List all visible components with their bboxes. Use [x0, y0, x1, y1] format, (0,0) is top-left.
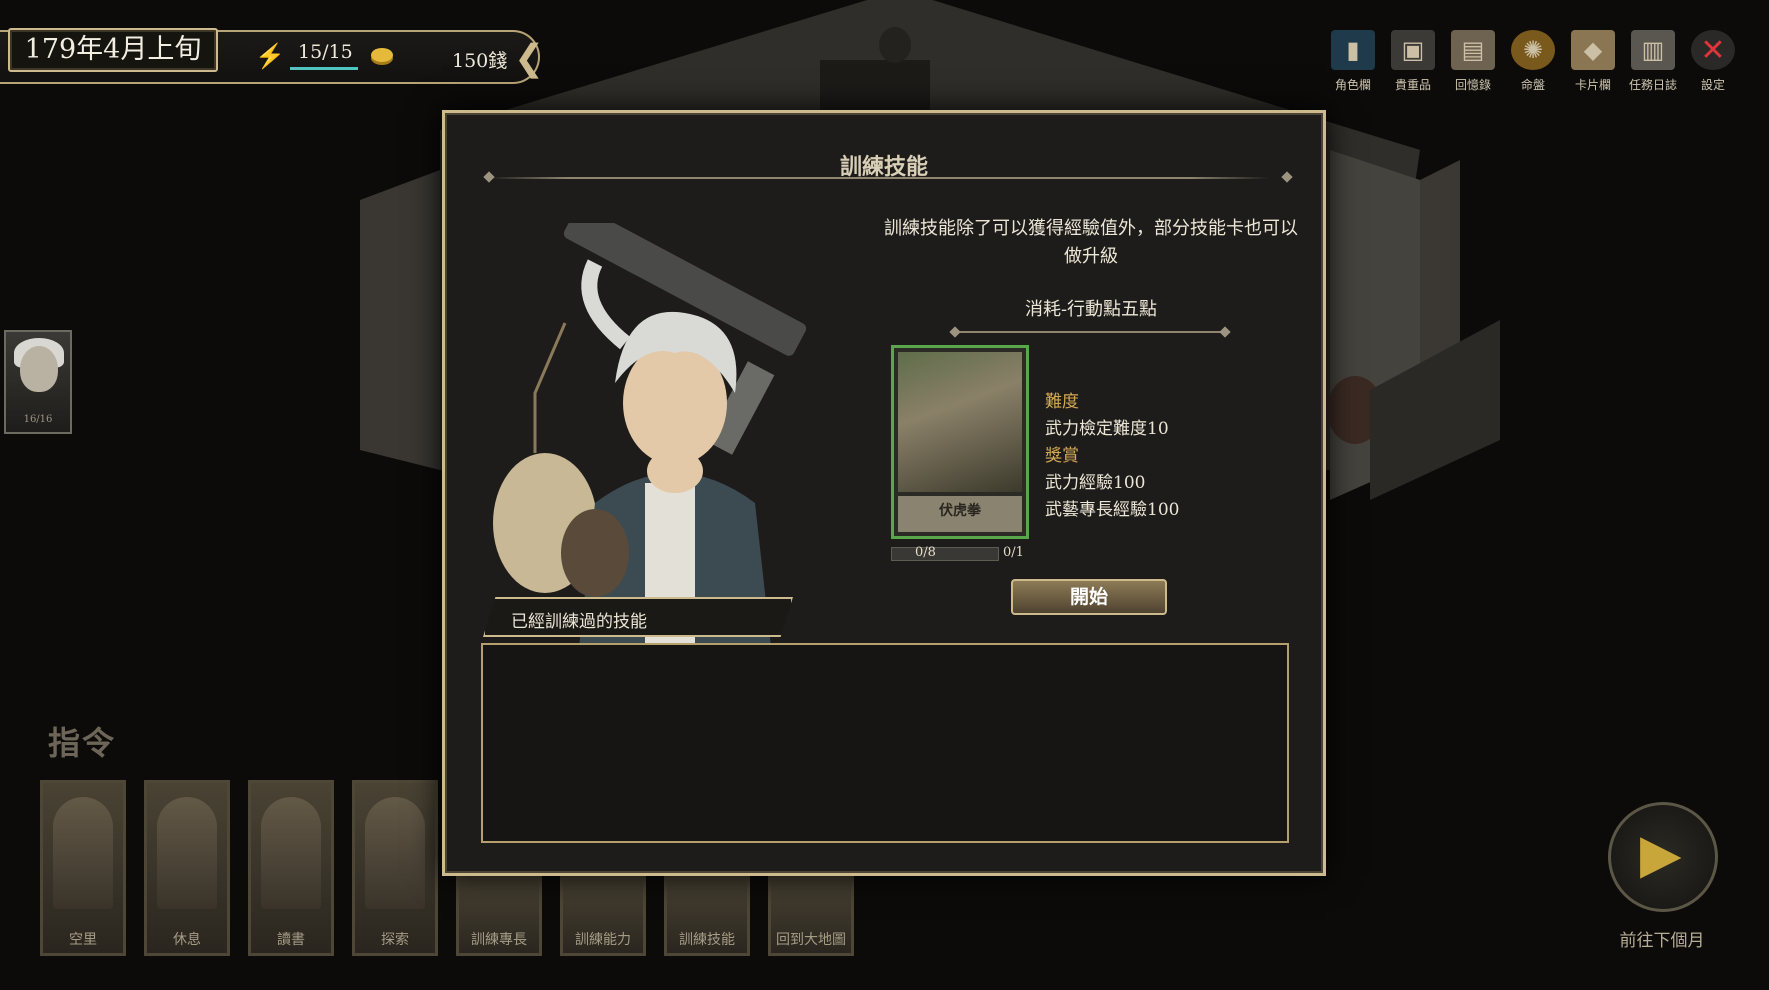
scroll-icon: ▤ [1451, 30, 1495, 70]
divider-ornament [949, 326, 961, 338]
trained-skills-list [481, 643, 1289, 843]
compass-disc-icon: ✺ [1511, 30, 1555, 70]
card-illustration [261, 797, 321, 909]
card-illustration [365, 797, 425, 909]
difficulty-reward-info: 難度 武力檢定難度10 獎賞 武力經驗100 武藝專長經驗100 [1045, 389, 1179, 524]
current-date: 179年4月上旬 [24, 34, 202, 65]
menu-memoir[interactable]: ▤ 回憶錄 [1445, 30, 1501, 100]
command-card[interactable]: 訓練能力 [560, 876, 646, 956]
action-points: 15/15 [298, 41, 353, 63]
trained-skills-label: 已經訓練過的技能 [511, 612, 647, 632]
close-icon: ✕ [1691, 30, 1735, 70]
date-panel: 179年4月上旬 [8, 28, 218, 72]
card-illustration [157, 797, 217, 909]
action-points-underline [290, 67, 358, 70]
command-card[interactable]: 休息 [144, 780, 230, 956]
command-card[interactable]: 空里 [40, 780, 126, 956]
card-icon: ◆ [1571, 30, 1615, 70]
skill-progress-bar [891, 547, 999, 561]
portrait-face [20, 346, 58, 392]
command-card[interactable]: 探索 [352, 780, 438, 956]
skill-card[interactable]: 伏虎拳 [891, 345, 1029, 539]
command-card[interactable]: 讀書 [248, 780, 334, 956]
card-illustration [53, 797, 113, 909]
commands-title: 指令 [48, 724, 117, 762]
train-skill-dialog: 訓練技能 訓練技能除了可以獲得經驗值外，部分技能卡也可以做升級 消耗-行動點五點… [442, 110, 1326, 876]
menu-character[interactable]: ▮ 角色欄 [1325, 30, 1381, 100]
skill-level: 0/1 [1003, 545, 1024, 560]
reward-heading: 獎賞 [1045, 446, 1079, 466]
difficulty-heading: 難度 [1045, 392, 1079, 412]
menu-quest-log[interactable]: ▥ 任務日誌 [1625, 30, 1681, 100]
status-bar-ornament: ❮ [514, 38, 545, 79]
portrait-hp: 16/16 [23, 414, 53, 425]
chest-icon: ▣ [1391, 30, 1435, 70]
cost-divider [955, 331, 1225, 333]
coin-icon [371, 48, 393, 62]
menu-cards[interactable]: ◆ 卡片欄 [1565, 30, 1621, 100]
command-card[interactable]: 訓練專長 [456, 876, 542, 956]
divider-ornament [1219, 326, 1231, 338]
party-member-portrait[interactable]: 16/16 [4, 330, 72, 434]
document-icon: ▥ [1631, 30, 1675, 70]
skill-progress: 0/8 [915, 545, 936, 560]
command-card[interactable]: 訓練技能 [664, 876, 750, 956]
menu-valuables[interactable]: ▣ 貴重品 [1385, 30, 1441, 100]
menu-settings[interactable]: ✕ 設定 [1685, 30, 1741, 100]
play-arrow-icon: ▶ [1640, 822, 1682, 885]
next-month-label: 前往下個月 [1619, 931, 1705, 951]
command-card[interactable]: 回到大地圖 [768, 876, 854, 956]
difficulty-value: 武力檢定難度10 [1045, 419, 1169, 439]
book-icon: ▮ [1331, 30, 1375, 70]
money-amount: 150錢 [452, 50, 508, 72]
cost-text: 消耗-行動點五點 [1024, 299, 1158, 320]
title-divider [489, 177, 1269, 179]
menu-destiny[interactable]: ✺ 命盤 [1505, 30, 1561, 100]
dialog-description: 訓練技能除了可以獲得經驗值外，部分技能卡也可以做升級 [884, 218, 1298, 267]
lightning-icon: ⚡ [255, 42, 285, 70]
start-button[interactable]: 開始 [1011, 579, 1167, 615]
reward-item: 武力經驗100 [1045, 473, 1146, 493]
reward-item: 武藝專長經驗100 [1045, 500, 1180, 520]
skill-name: 伏虎拳 [939, 503, 981, 519]
skill-card-art [898, 352, 1022, 492]
